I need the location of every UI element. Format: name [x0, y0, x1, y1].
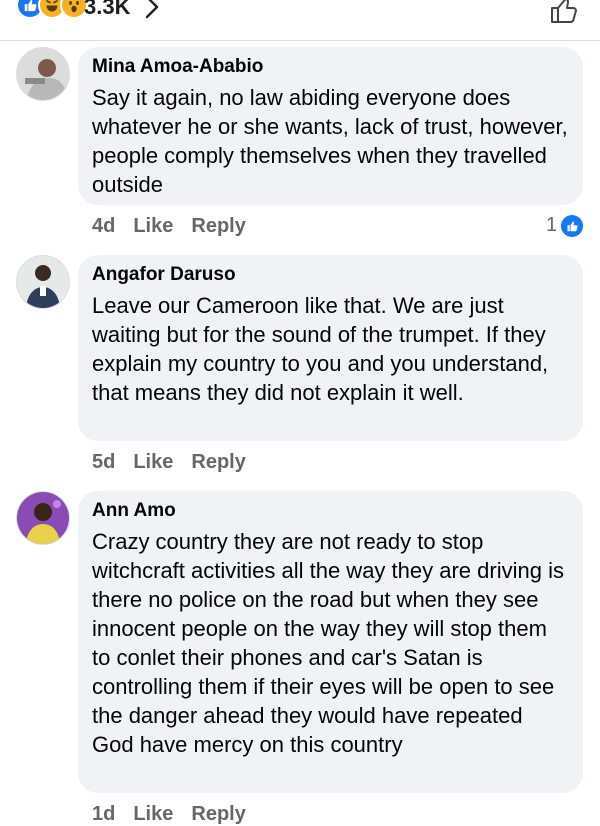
- comment-reaction-summary[interactable]: 1: [546, 214, 584, 237]
- reply-button[interactable]: Reply: [191, 451, 245, 474]
- comment-bubble[interactable]: Ann Amo Crazy country they are not ready…: [78, 491, 583, 793]
- like-button[interactable]: Like: [133, 803, 173, 826]
- comment-text: Crazy country they are not ready to stop…: [92, 529, 564, 757]
- comment-age[interactable]: 1d: [92, 803, 115, 826]
- chevron-right-icon[interactable]: [145, 0, 159, 20]
- comment-author[interactable]: Angafor Daruso: [92, 263, 569, 287]
- comment-bubble[interactable]: Angafor Daruso Leave our Cameroon like t…: [78, 255, 583, 441]
- reaction-summary-bar: 3.3K: [0, 0, 600, 41]
- reaction-icons[interactable]: [16, 0, 88, 19]
- reply-button[interactable]: Reply: [191, 803, 245, 826]
- comment-reaction-count: 1: [546, 214, 558, 236]
- comment-actions: 1d Like Reply: [92, 803, 246, 826]
- avatar[interactable]: [16, 47, 70, 101]
- avatar[interactable]: [16, 255, 70, 309]
- comment-age[interactable]: 4d: [92, 215, 115, 238]
- comment-actions: 4d Like Reply: [92, 215, 246, 238]
- like-button[interactable]: Like: [133, 215, 173, 238]
- reply-button[interactable]: Reply: [191, 215, 245, 238]
- comment-author[interactable]: Ann Amo: [92, 499, 569, 523]
- comment-text: Leave our Cameroon like that. We are jus…: [92, 293, 549, 405]
- comment-actions: 5d Like Reply: [92, 451, 246, 474]
- comment-text: Say it again, no law abiding everyone do…: [92, 85, 568, 197]
- comment-bubble[interactable]: Mina Amoa-Ababio Say it again, no law ab…: [78, 47, 583, 205]
- thumbs-up-outline-icon[interactable]: [548, 0, 580, 26]
- comment-author[interactable]: Mina Amoa-Ababio: [92, 55, 569, 79]
- comment-age[interactable]: 5d: [92, 451, 115, 474]
- like-icon: [561, 214, 584, 237]
- avatar[interactable]: [16, 491, 70, 545]
- reaction-count[interactable]: 3.3K: [84, 0, 130, 20]
- like-button[interactable]: Like: [133, 451, 173, 474]
